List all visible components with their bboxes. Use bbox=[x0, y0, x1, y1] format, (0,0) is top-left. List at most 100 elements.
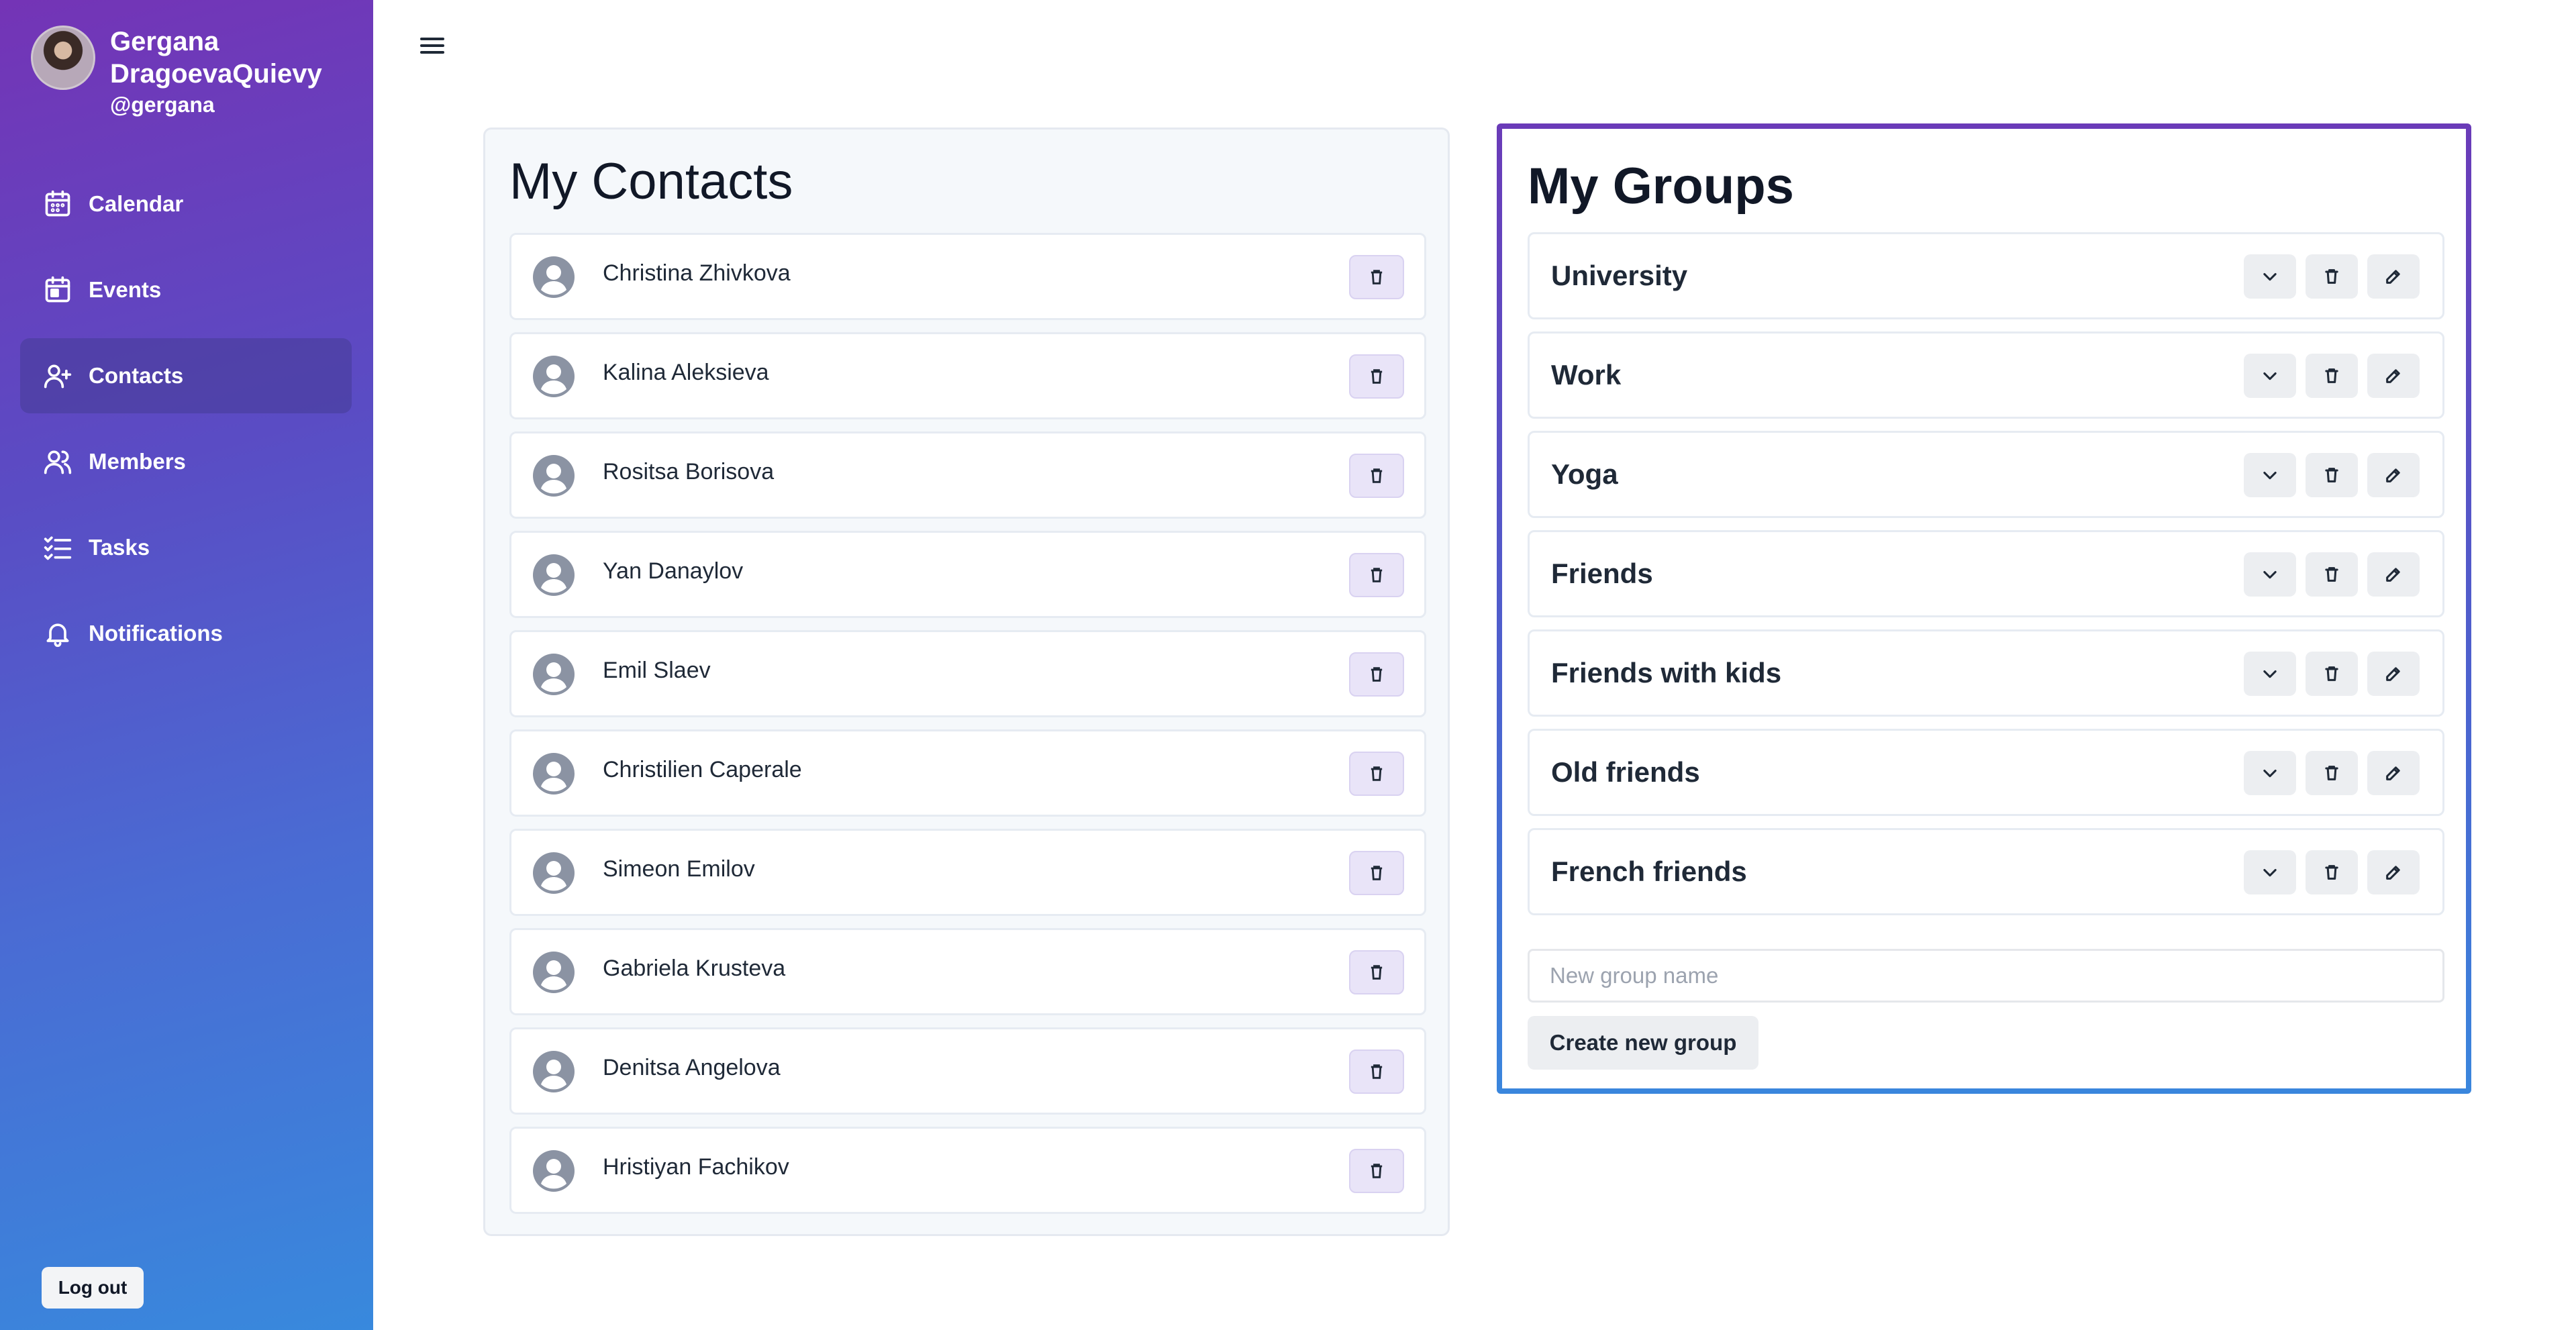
group-list: University Work Yoga Friends Friends with ki… bbox=[1528, 232, 2444, 927]
contacts-title: My Contacts bbox=[509, 153, 793, 210]
contact-avatar-icon bbox=[532, 950, 576, 994]
contact-row: Yan Danaylov bbox=[509, 531, 1426, 618]
trash-icon bbox=[1367, 764, 1386, 783]
expand-group-button[interactable] bbox=[2244, 751, 2296, 795]
delete-group-button[interactable] bbox=[2306, 552, 2358, 597]
trash-icon bbox=[2322, 366, 2341, 385]
user-name: Gergana DragoevaQuievy bbox=[110, 27, 322, 89]
contact-name: Simeon Emilov bbox=[603, 856, 755, 882]
expand-group-button[interactable] bbox=[2244, 850, 2296, 894]
trash-icon bbox=[2322, 565, 2341, 584]
contact-list: Christina Zhivkova Kalina Aleksieva Rosits… bbox=[509, 233, 1426, 1226]
contact-avatar-icon bbox=[532, 255, 576, 299]
bell-icon bbox=[43, 619, 72, 648]
logout-button[interactable]: Log out bbox=[42, 1267, 144, 1309]
sidebar-item-members[interactable]: Members bbox=[20, 424, 352, 499]
sidebar-item-label: Events bbox=[89, 277, 162, 302]
trash-icon bbox=[1367, 963, 1386, 982]
delete-contact-button[interactable] bbox=[1349, 454, 1404, 498]
menu-toggle-icon[interactable] bbox=[420, 34, 444, 58]
contacts-panel: My Contacts Christina Zhivkova Kalina Ale… bbox=[483, 127, 1450, 1236]
chevron-down-icon bbox=[2261, 863, 2279, 882]
expand-group-button[interactable] bbox=[2244, 453, 2296, 497]
delete-contact-button[interactable] bbox=[1349, 652, 1404, 697]
sidebar-item-label: Members bbox=[89, 449, 186, 474]
group-name: Friends bbox=[1551, 558, 1653, 589]
group-name: Old friends bbox=[1551, 756, 1700, 788]
contact-name: Kalina Aleksieva bbox=[603, 360, 769, 385]
contact-avatar-icon bbox=[532, 354, 576, 399]
trash-icon bbox=[1367, 268, 1386, 287]
trash-icon bbox=[1367, 1062, 1386, 1081]
pencil-icon bbox=[2384, 764, 2403, 782]
edit-group-button[interactable] bbox=[2367, 453, 2420, 497]
groups-title: My Groups bbox=[1528, 158, 1794, 215]
delete-contact-button[interactable] bbox=[1349, 851, 1404, 895]
new-group-name-input[interactable] bbox=[1528, 949, 2444, 1003]
contact-row: Emil Slaev bbox=[509, 630, 1426, 717]
group-row: University bbox=[1528, 232, 2444, 319]
delete-contact-button[interactable] bbox=[1349, 255, 1404, 299]
trash-icon bbox=[1367, 1162, 1386, 1180]
sidebar-item-events[interactable]: Events bbox=[20, 252, 352, 327]
contact-avatar-icon bbox=[532, 553, 576, 597]
trash-icon bbox=[2322, 466, 2341, 484]
group-name: Friends with kids bbox=[1551, 657, 1782, 688]
groups-panel: My Groups University Work Yoga Friends Frien… bbox=[1497, 123, 2471, 1094]
chevron-down-icon bbox=[2261, 764, 2279, 782]
contact-name: Gabriela Krusteva bbox=[603, 956, 786, 981]
sidebar-item-notifications[interactable]: Notifications bbox=[20, 596, 352, 671]
pencil-icon bbox=[2384, 466, 2403, 484]
sidebar: Gergana DragoevaQuievy @gergana Calendar… bbox=[0, 0, 373, 1330]
delete-contact-button[interactable] bbox=[1349, 354, 1404, 399]
avatar bbox=[31, 25, 95, 90]
expand-group-button[interactable] bbox=[2244, 552, 2296, 597]
event-icon bbox=[43, 275, 72, 305]
pencil-icon bbox=[2384, 366, 2403, 385]
trash-icon bbox=[1367, 466, 1386, 485]
edit-group-button[interactable] bbox=[2367, 652, 2420, 696]
contact-row: Christina Zhivkova bbox=[509, 233, 1426, 320]
contact-name: Emil Slaev bbox=[603, 658, 711, 683]
contact-row: Simeon Emilov bbox=[509, 829, 1426, 916]
trash-icon bbox=[1367, 566, 1386, 584]
create-group-button[interactable]: Create new group bbox=[1528, 1016, 1758, 1070]
delete-group-button[interactable] bbox=[2306, 751, 2358, 795]
delete-contact-button[interactable] bbox=[1349, 752, 1404, 796]
pencil-icon bbox=[2384, 863, 2403, 882]
delete-contact-button[interactable] bbox=[1349, 1050, 1404, 1094]
edit-group-button[interactable] bbox=[2367, 552, 2420, 597]
user-profile: Gergana DragoevaQuievy @gergana bbox=[31, 25, 338, 119]
delete-contact-button[interactable] bbox=[1349, 950, 1404, 994]
edit-group-button[interactable] bbox=[2367, 850, 2420, 894]
trash-icon bbox=[1367, 367, 1386, 386]
group-row: Work bbox=[1528, 331, 2444, 419]
pencil-icon bbox=[2384, 267, 2403, 286]
delete-group-button[interactable] bbox=[2306, 354, 2358, 398]
contact-avatar-icon bbox=[532, 652, 576, 697]
delete-contact-button[interactable] bbox=[1349, 553, 1404, 597]
chevron-down-icon bbox=[2261, 664, 2279, 683]
trash-icon bbox=[2322, 267, 2341, 286]
sidebar-item-label: Tasks bbox=[89, 535, 150, 560]
group-row: Friends bbox=[1528, 530, 2444, 617]
delete-group-button[interactable] bbox=[2306, 652, 2358, 696]
edit-group-button[interactable] bbox=[2367, 254, 2420, 299]
sidebar-item-calendar[interactable]: Calendar bbox=[20, 166, 352, 242]
contact-row: Kalina Aleksieva bbox=[509, 332, 1426, 419]
expand-group-button[interactable] bbox=[2244, 254, 2296, 299]
delete-contact-button[interactable] bbox=[1349, 1149, 1404, 1193]
sidebar-item-tasks[interactable]: Tasks bbox=[20, 510, 352, 585]
group-name: Work bbox=[1551, 359, 1622, 391]
sidebar-item-contacts[interactable]: Contacts bbox=[20, 338, 352, 413]
delete-group-button[interactable] bbox=[2306, 254, 2358, 299]
chevron-down-icon bbox=[2261, 366, 2279, 385]
edit-group-button[interactable] bbox=[2367, 751, 2420, 795]
edit-group-button[interactable] bbox=[2367, 354, 2420, 398]
delete-group-button[interactable] bbox=[2306, 850, 2358, 894]
contact-row: Christilien Caperale bbox=[509, 729, 1426, 817]
delete-group-button[interactable] bbox=[2306, 453, 2358, 497]
expand-group-button[interactable] bbox=[2244, 652, 2296, 696]
trash-icon bbox=[1367, 665, 1386, 684]
expand-group-button[interactable] bbox=[2244, 354, 2296, 398]
